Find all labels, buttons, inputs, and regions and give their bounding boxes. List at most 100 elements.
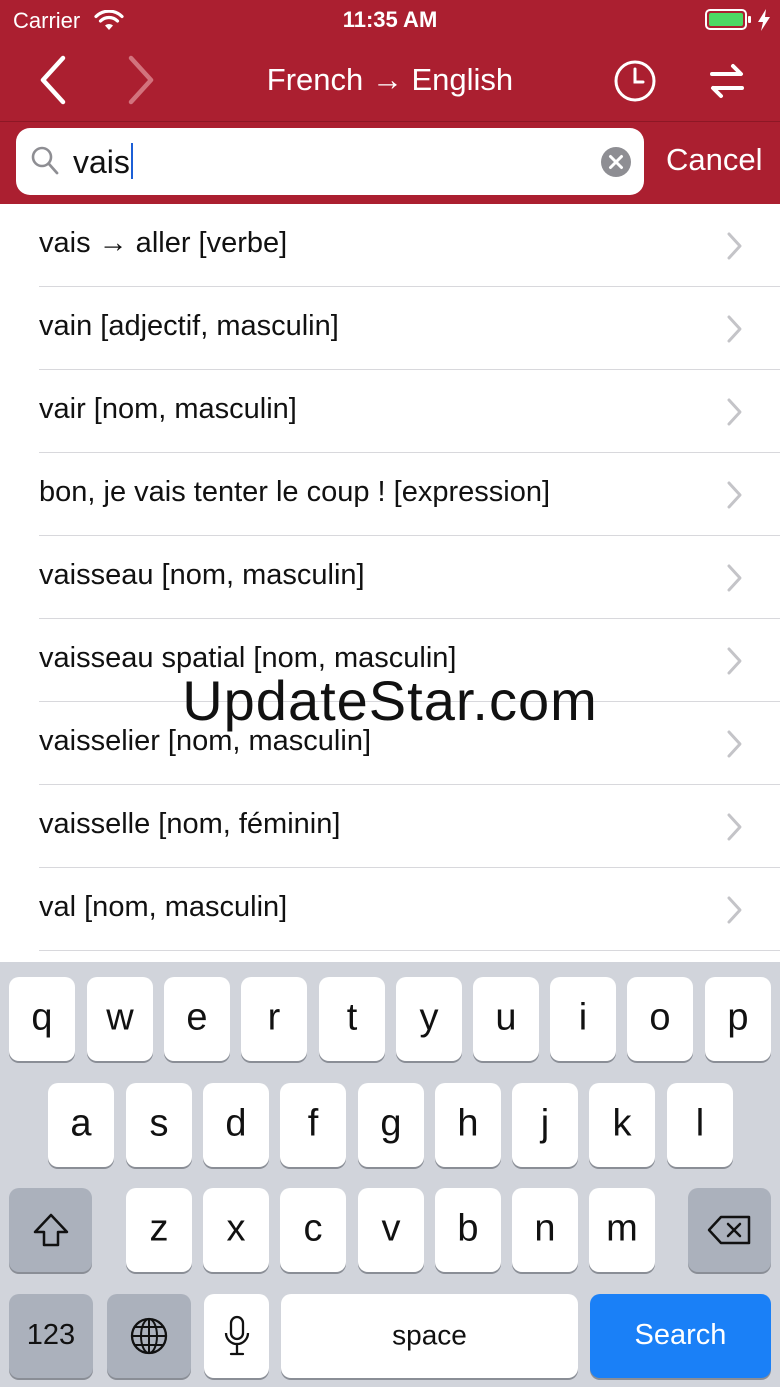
key-label: o (649, 996, 671, 1039)
key-f[interactable]: f (280, 1083, 346, 1167)
history-button[interactable] (610, 56, 660, 106)
result-row[interactable]: vaisselle [nom, féminin] (0, 785, 780, 868)
key-n[interactable]: n (512, 1188, 578, 1272)
backspace-icon (707, 1215, 750, 1245)
key-label: z (149, 1207, 169, 1250)
chevron-right-icon (726, 729, 744, 764)
keyboard: q w e r t y u i o p a s d f g h j k l z … (0, 962, 780, 1387)
result-label: bon, je vais tenter le coup ! [expressio… (39, 476, 551, 508)
key-label: x (226, 1207, 246, 1250)
swap-icon (710, 64, 744, 98)
search-icon (30, 145, 60, 182)
key-label: w (106, 996, 134, 1039)
shift-icon (33, 1213, 68, 1247)
key-c[interactable]: c (280, 1188, 346, 1272)
globe-key[interactable] (107, 1294, 191, 1378)
key-label: k (612, 1102, 632, 1145)
result-label: vaisseau [nom, masculin] (39, 559, 365, 591)
key-k[interactable]: k (589, 1083, 655, 1167)
clock-icon (614, 60, 656, 102)
key-w[interactable]: w (87, 977, 153, 1061)
cancel-button[interactable]: Cancel (666, 142, 763, 178)
key-label: v (381, 1207, 401, 1250)
result-row[interactable]: val [nom, masculin] (0, 868, 780, 951)
result-label: vain [adjectif, masculin] (39, 310, 339, 342)
key-label: u (495, 996, 517, 1039)
chevron-right-icon (726, 895, 744, 930)
key-s[interactable]: s (126, 1083, 192, 1167)
page-title: French → English (266, 62, 514, 97)
key-x[interactable]: x (203, 1188, 269, 1272)
key-label: p (727, 996, 749, 1039)
result-row[interactable]: vair [nom, masculin] (0, 370, 780, 453)
key-label: j (540, 1102, 550, 1145)
status-bar: Carrier 11:35 AM (0, 0, 780, 40)
key-label: f (307, 1102, 319, 1145)
key-i[interactable]: i (550, 977, 616, 1061)
watermark: UpdateStar.com (182, 669, 598, 732)
search-query-text: vais (73, 144, 130, 180)
key-label: r (267, 996, 281, 1039)
key-j[interactable]: j (512, 1083, 578, 1167)
chevron-right-icon (726, 231, 744, 266)
key-label: Search (634, 1318, 727, 1351)
key-label: e (186, 996, 208, 1039)
key-a[interactable]: a (48, 1083, 114, 1167)
key-label: t (346, 996, 358, 1039)
numbers-key[interactable]: 123 (9, 1294, 93, 1378)
key-v[interactable]: v (358, 1188, 424, 1272)
search-input[interactable]: vais (16, 128, 644, 195)
result-row[interactable]: vais → aller [verbe] (0, 204, 780, 287)
key-y[interactable]: y (396, 977, 462, 1061)
key-t[interactable]: t (319, 977, 385, 1061)
chevron-right-icon (726, 397, 744, 432)
key-d[interactable]: d (203, 1083, 269, 1167)
key-label: q (31, 996, 53, 1039)
result-row[interactable]: bon, je vais tenter le coup ! [expressio… (0, 453, 780, 536)
space-key[interactable]: space (281, 1294, 578, 1378)
battery-icon (705, 9, 753, 36)
key-label: y (419, 996, 439, 1039)
key-label: space (392, 1319, 467, 1351)
text-cursor (130, 143, 133, 179)
key-g[interactable]: g (358, 1083, 424, 1167)
key-h[interactable]: h (435, 1083, 501, 1167)
clear-icon (601, 147, 631, 177)
microphone-icon (224, 1315, 249, 1356)
swap-languages-button[interactable] (702, 56, 752, 106)
clear-search-button[interactable] (600, 146, 632, 183)
row-divider (39, 950, 780, 951)
chevron-right-icon (726, 812, 744, 847)
key-label: n (534, 1207, 556, 1250)
key-label: b (457, 1207, 479, 1250)
app-header: Carrier 11:35 AM French → English vais C… (0, 0, 780, 204)
key-b[interactable]: b (435, 1188, 501, 1272)
dictation-key[interactable] (204, 1294, 269, 1378)
key-q[interactable]: q (9, 977, 75, 1061)
result-row[interactable]: vain [adjectif, masculin] (0, 287, 780, 370)
key-z[interactable]: z (126, 1188, 192, 1272)
search-key[interactable]: Search (590, 1294, 771, 1378)
key-label: h (457, 1102, 479, 1145)
key-u[interactable]: u (473, 977, 539, 1061)
result-label: val [nom, masculin] (39, 891, 288, 923)
nav-divider (0, 121, 780, 122)
key-e[interactable]: e (164, 977, 230, 1061)
key-p[interactable]: p (705, 977, 771, 1061)
key-m[interactable]: m (589, 1188, 655, 1272)
delete-key[interactable] (688, 1188, 771, 1272)
key-label: c (303, 1207, 323, 1250)
key-label: l (695, 1102, 705, 1145)
key-r[interactable]: r (241, 977, 307, 1061)
key-label: m (606, 1207, 638, 1250)
shift-key[interactable] (9, 1188, 92, 1272)
globe-icon (130, 1317, 168, 1355)
key-o[interactable]: o (627, 977, 693, 1061)
search-query: vais (73, 143, 133, 181)
key-l[interactable]: l (667, 1083, 733, 1167)
result-label: vair [nom, masculin] (39, 393, 297, 425)
key-label: g (380, 1102, 402, 1145)
navigation-bar: French → English (0, 40, 780, 122)
result-row[interactable]: vaisseau [nom, masculin] (0, 536, 780, 619)
chevron-right-icon (726, 563, 744, 598)
